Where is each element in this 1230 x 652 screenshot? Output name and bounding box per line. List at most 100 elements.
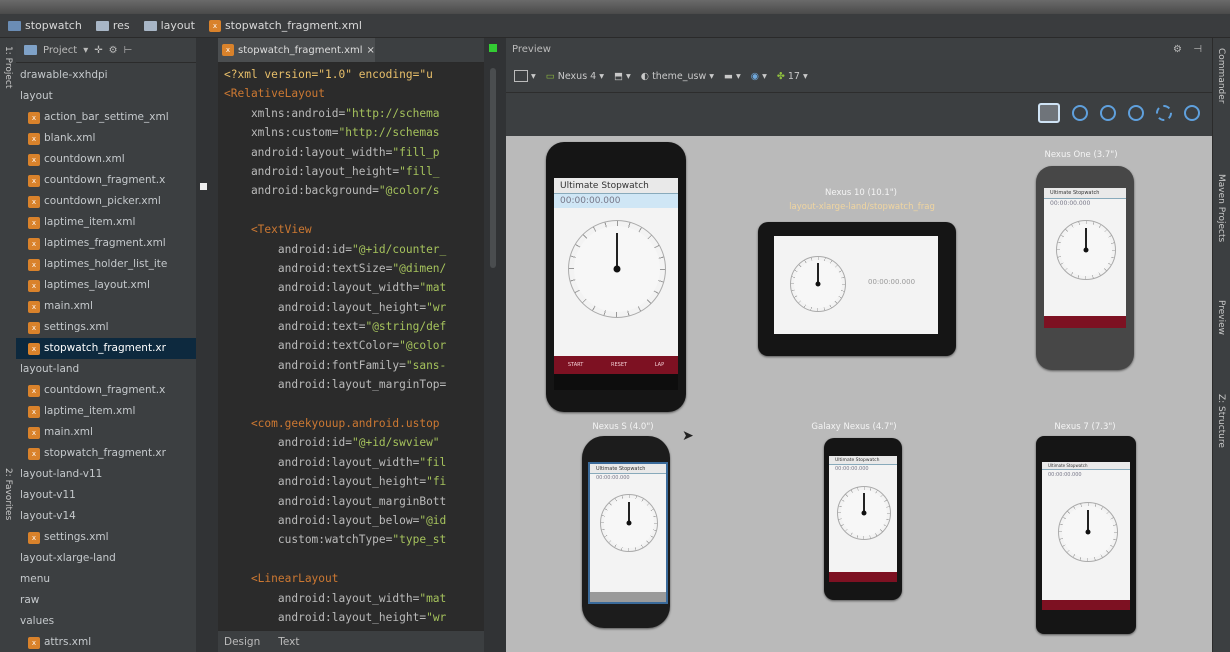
start-button[interactable]: START <box>568 362 583 368</box>
code-line[interactable]: <?xml version="1.0" encoding="u <box>224 65 484 84</box>
zoom-actual-icon[interactable] <box>1072 105 1088 121</box>
code-line[interactable]: android:layout_height="fill_ <box>224 162 484 181</box>
code-line[interactable]: xmlns:custom="http://schemas <box>224 123 484 142</box>
api-dropdown[interactable]: ✤ 17 ▾ <box>777 71 808 82</box>
code-line[interactable]: android:layout_width="fil <box>224 453 484 472</box>
device-nexus-7[interactable]: Ultimate Stopwatch 00:00:00.000 <box>1036 436 1136 634</box>
tree-file-item[interactable]: x main.xml <box>16 422 196 443</box>
code-line[interactable]: android:layout_marginBott <box>224 492 484 511</box>
zoom-to-fit-icon[interactable] <box>1038 103 1060 123</box>
tree-folder-item[interactable]: layout-xlarge-land <box>16 548 196 569</box>
code-line[interactable]: <LinearLayout <box>224 569 484 588</box>
theme-dropdown[interactable]: ◐ theme_usw ▾ <box>641 71 714 82</box>
tree-file-item[interactable]: x countdown_fragment.x <box>16 380 196 401</box>
breadcrumb-file[interactable]: x stopwatch_fragment.xml <box>208 19 362 32</box>
editor-tab-stopwatch-fragment[interactable]: x stopwatch_fragment.xml × <box>218 38 375 62</box>
orientation-toggle[interactable]: ⬒ ▾ <box>614 71 631 82</box>
tool-window-commander[interactable]: Commander <box>1216 48 1226 104</box>
editor-scrollbar[interactable] <box>490 68 496 268</box>
tree-file-item[interactable]: x stopwatch_fragment.xr <box>16 338 196 359</box>
code-line[interactable]: android:layout_width="fill_p <box>224 143 484 162</box>
tree-folder-item[interactable]: layout-land <box>16 359 196 380</box>
code-line[interactable] <box>224 201 484 220</box>
sync-icon[interactable]: ✛ <box>94 45 102 56</box>
tree-file-item[interactable]: x action_bar_settime_xml <box>16 107 196 128</box>
tree-file-item[interactable]: x settings.xml <box>16 317 196 338</box>
tree-file-item[interactable]: x blank.xml <box>16 128 196 149</box>
code-line[interactable]: android:fontFamily="sans- <box>224 356 484 375</box>
tab-text[interactable]: Text <box>278 636 299 648</box>
gear-icon[interactable]: ⚙ <box>109 45 118 56</box>
tool-window-maven[interactable]: Maven Projects <box>1216 174 1226 242</box>
device-nexus-10[interactable]: 00:00:00.000 <box>758 222 956 356</box>
tree-folder-item[interactable]: raw <box>16 590 196 611</box>
orientation-dropdown[interactable]: ▾ <box>514 70 536 82</box>
code-line[interactable]: android:textColor="@color <box>224 336 484 355</box>
device-nexus-s[interactable]: Ultimate Stopwatch 00:00:00.000 <box>582 436 670 628</box>
breakpoint-marker[interactable] <box>200 183 207 190</box>
code-line[interactable]: android:layout_width="mat <box>224 589 484 608</box>
code-line[interactable] <box>224 550 484 569</box>
refresh-icon[interactable] <box>1156 105 1172 121</box>
code-editor[interactable]: x stopwatch_fragment.xml × <?xml version… <box>218 38 484 652</box>
tree-file-item[interactable]: x countdown_fragment.x <box>16 170 196 191</box>
breadcrumb-res[interactable]: res <box>95 19 130 32</box>
tree-file-item[interactable]: x countdown.xml <box>16 149 196 170</box>
tool-window-project[interactable]: 1: Project <box>3 46 13 88</box>
tree-file-item[interactable]: x laptime_item.xml <box>16 212 196 233</box>
tab-design[interactable]: Design <box>224 636 260 648</box>
code-line[interactable]: android:text="@string/def <box>224 317 484 336</box>
tree-folder-item[interactable]: drawable-xxhdpi <box>16 65 196 86</box>
tree-folder-item[interactable]: layout-land-v11 <box>16 464 196 485</box>
code-line[interactable] <box>224 395 484 414</box>
tool-window-favorites[interactable]: 2: Favorites <box>3 468 13 520</box>
hide-icon[interactable]: ⊢ <box>124 45 133 56</box>
code-lines[interactable]: <?xml version="1.0" encoding="u <Relative… <box>218 63 484 647</box>
settings-icon[interactable] <box>1184 105 1200 121</box>
code-line[interactable]: android:background="@color/s <box>224 181 484 200</box>
code-line[interactable]: android:id="@+id/swview" <box>224 433 484 452</box>
zoom-out-icon[interactable] <box>1128 105 1144 121</box>
code-line[interactable]: <TextView <box>224 220 484 239</box>
code-line[interactable]: <com.geekyouup.android.ustop <box>224 414 484 433</box>
code-line[interactable]: android:layout_below="@id <box>224 511 484 530</box>
code-line[interactable]: xmlns:android="http://schema <box>224 104 484 123</box>
device-galaxy-nexus[interactable]: Ultimate Stopwatch 00:00:00.000 <box>824 438 902 600</box>
code-line[interactable]: android:layout_height="fi <box>224 472 484 491</box>
zoom-in-icon[interactable] <box>1100 105 1116 121</box>
code-line[interactable]: <RelativeLayout <box>224 84 484 103</box>
tree-folder-item[interactable]: layout-v14 <box>16 506 196 527</box>
tool-window-preview[interactable]: Preview <box>1216 300 1226 335</box>
breadcrumb-project[interactable]: stopwatch <box>8 19 82 32</box>
tree-file-item[interactable]: x main.xml <box>16 296 196 317</box>
device-nexus-4[interactable]: Ultimate Stopwatch 00:00:00.000 START RE… <box>546 142 686 412</box>
breadcrumb-layout[interactable]: layout <box>143 19 195 32</box>
tree-file-item[interactable]: x laptimes_fragment.xml <box>16 233 196 254</box>
tree-file-item[interactable]: x laptimes_holder_list_ite <box>16 254 196 275</box>
gear-icon[interactable]: ⚙ <box>1173 44 1182 55</box>
device-nexus-one[interactable]: Ultimate Stopwatch 00:00:00.000 <box>1036 166 1134 370</box>
close-icon[interactable]: × <box>367 45 375 56</box>
reset-button[interactable]: RESET <box>611 362 627 368</box>
tree-file-item[interactable]: x laptime_item.xml <box>16 401 196 422</box>
tree-folder-item[interactable]: layout <box>16 86 196 107</box>
project-view-selector[interactable]: Project <box>43 45 77 56</box>
dropdown-icon[interactable]: ▾ <box>83 45 88 56</box>
activity-dropdown[interactable]: ▬ ▾ <box>724 71 741 82</box>
tree-file-item[interactable]: x laptimes_layout.xml <box>16 275 196 296</box>
tree-file-item[interactable]: x settings.xml <box>16 527 196 548</box>
tool-window-structure[interactable]: Z: Structure <box>1216 394 1226 448</box>
code-line[interactable]: android:layout_height="wr <box>224 608 484 627</box>
tree-file-item[interactable]: x attrs.xml <box>16 632 196 652</box>
code-line[interactable]: custom:watchType="type_st <box>224 530 484 549</box>
tree-file-item[interactable]: x countdown_picker.xml <box>16 191 196 212</box>
hide-icon[interactable]: ⊣ <box>1193 44 1202 55</box>
tree-folder-item[interactable]: layout-v11 <box>16 485 196 506</box>
tree-folder-item[interactable]: menu <box>16 569 196 590</box>
code-line[interactable]: android:textSize="@dimen/ <box>224 259 484 278</box>
lap-button[interactable]: LAP <box>655 362 664 368</box>
code-line[interactable]: android:layout_width="mat <box>224 278 484 297</box>
code-line[interactable]: android:layout_marginTop= <box>224 375 484 394</box>
code-line[interactable]: android:id="@+id/counter_ <box>224 240 484 259</box>
device-dropdown[interactable]: ▭ Nexus 4 ▾ <box>546 71 604 82</box>
